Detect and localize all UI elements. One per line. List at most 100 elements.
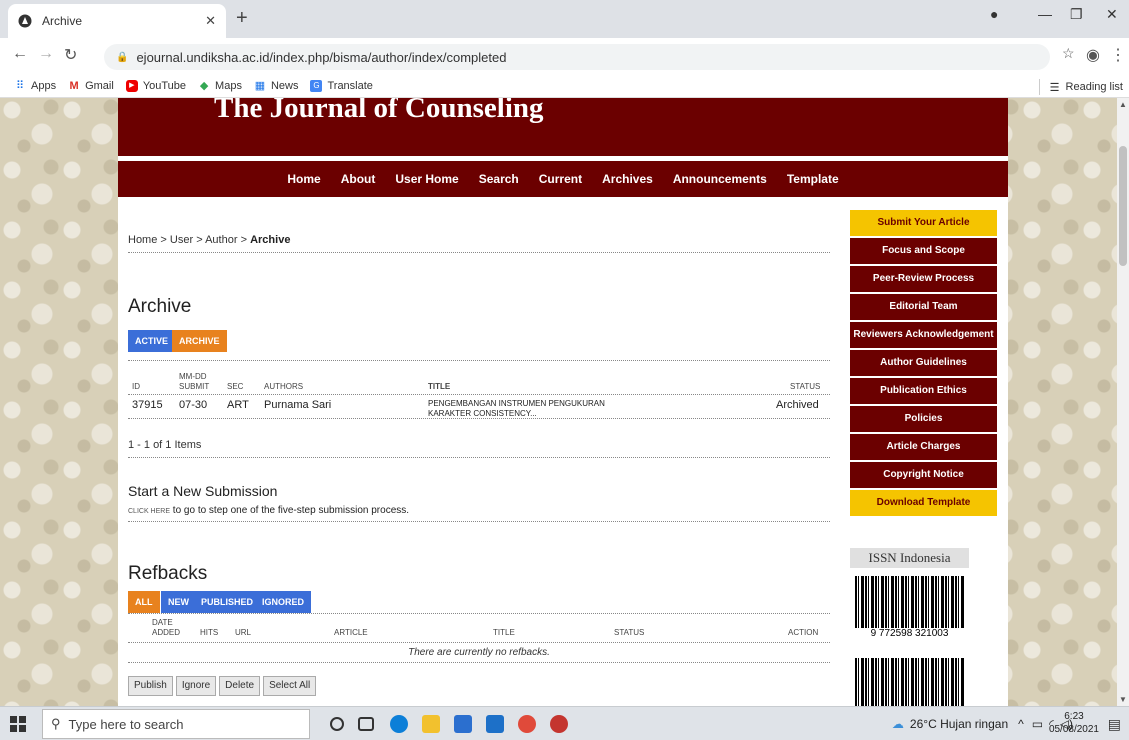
tab-title: Archive (42, 14, 83, 28)
cortana-icon[interactable] (330, 717, 344, 731)
col-url: URL (235, 628, 252, 637)
nav-template[interactable]: Template (787, 172, 839, 186)
task-view-icon[interactable] (358, 717, 374, 731)
barcode-bars (855, 576, 965, 628)
chrome-profile-icon[interactable] (550, 715, 568, 733)
sidebar-item-copyright[interactable]: Copyright Notice (850, 462, 997, 488)
windows-start-icon[interactable] (10, 716, 26, 732)
col-refback-title: TITLE (493, 628, 515, 637)
row-title-link[interactable]: PENGEMBANGAN INSTRUMEN PENGUKURAN KARAKT… (428, 399, 648, 419)
sidebar-item-download-template[interactable]: Download Template (850, 490, 997, 516)
sidebar-item-policies[interactable]: Policies (850, 406, 997, 432)
col-date-added: DATE ADDED (152, 618, 181, 637)
bookmark-star-icon[interactable]: ☆ (1062, 45, 1075, 62)
nav-home[interactable]: Home (287, 172, 320, 186)
maximize-button[interactable]: ❐ (1070, 6, 1083, 23)
vertical-scrollbar[interactable]: ▲ ▼ (1117, 98, 1129, 706)
select-all-button[interactable]: Select All (263, 676, 317, 696)
nav-current[interactable]: Current (539, 172, 582, 186)
chrome-icon[interactable] (518, 715, 536, 733)
reload-icon[interactable]: ↻ (64, 45, 77, 65)
site-favicon-icon (18, 14, 32, 28)
ignore-button[interactable]: Ignore (175, 676, 217, 696)
nav-announcements[interactable]: Announcements (673, 172, 767, 186)
tab-active[interactable]: ACTIVE (128, 330, 176, 352)
profile-indicator-icon[interactable]: ● (990, 6, 998, 22)
bookmark-maps[interactable]: ◆ Maps (198, 80, 242, 92)
sidebar-item-author-guidelines[interactable]: Author Guidelines (850, 350, 997, 376)
weather-icon: ☁ (891, 717, 904, 731)
filter-ignored[interactable]: IGNORED (255, 591, 312, 613)
nav-user-home[interactable]: User Home (395, 172, 458, 186)
edge-icon[interactable] (390, 715, 408, 733)
filter-new[interactable]: NEW (161, 591, 196, 613)
scroll-down-icon[interactable]: ▼ (1119, 695, 1127, 704)
col-article: ARTICLE (334, 628, 368, 637)
breadcrumb-user[interactable]: User (170, 234, 193, 246)
divider (128, 662, 830, 663)
close-window-button[interactable]: ✕ (1106, 6, 1118, 23)
taskbar-search[interactable]: ⚲ Type here to search (42, 709, 310, 739)
issn-barcode-secondary (850, 658, 969, 706)
row-status: Archived (776, 399, 819, 411)
tab-archive[interactable]: ARCHIVE (172, 330, 227, 352)
col-authors: AUTHORS (264, 382, 304, 391)
new-submission-heading: Start a New Submission (128, 483, 278, 499)
scroll-up-icon[interactable]: ▲ (1119, 100, 1127, 109)
bookmark-apps[interactable]: ⠿ Apps (14, 80, 56, 92)
search-icon: ⚲ (51, 716, 61, 731)
bookmark-translate[interactable]: G Translate (310, 79, 373, 92)
close-tab-icon[interactable]: ✕ (205, 13, 216, 29)
bookmark-news[interactable]: ▦ News (254, 80, 299, 92)
tray-chevron-icon[interactable]: ^ (1018, 717, 1024, 731)
pagination-info: 1 - 1 of 1 Items (128, 439, 202, 451)
sidebar-item-focus-scope[interactable]: Focus and Scope (850, 238, 997, 264)
address-bar[interactable]: 🔒 ejournal.undiksha.ac.id/index.php/bism… (104, 44, 1050, 70)
journal-title: The Journal of Counseling (214, 98, 544, 124)
file-explorer-icon[interactable] (422, 715, 440, 733)
page-viewport: The Journal of Counseling Home About Use… (0, 98, 1117, 706)
nav-search[interactable]: Search (479, 172, 519, 186)
sidebar-item-reviewers[interactable]: Reviewers Acknowledgement (850, 322, 997, 348)
taskbar-clock[interactable]: 6:23 05/08/2021 (1049, 710, 1099, 736)
profile-avatar[interactable]: ◉ (1086, 45, 1100, 65)
maps-pin-icon: ◆ (199, 79, 209, 92)
minimize-button[interactable]: — (1038, 6, 1052, 22)
apps-grid-icon: ⠿ (15, 79, 25, 92)
bookmark-youtube[interactable]: ▶ YouTube (125, 79, 186, 92)
sidebar-item-article-charges[interactable]: Article Charges (850, 434, 997, 460)
back-arrow-icon[interactable]: ← (12, 45, 28, 63)
row-id: 37915 (132, 399, 163, 411)
delete-button[interactable]: Delete (219, 676, 261, 696)
breadcrumb-author[interactable]: Author (205, 234, 237, 246)
breadcrumb-home[interactable]: Home (128, 234, 157, 246)
click-here-link[interactable]: CLICK HERE (128, 508, 170, 515)
forward-arrow-icon[interactable]: → (38, 45, 54, 63)
bookmark-gmail[interactable]: M Gmail (68, 80, 113, 92)
url-text: ejournal.undiksha.ac.id/index.php/bisma/… (136, 49, 507, 65)
weather-text[interactable]: 26°C Hujan ringan (910, 717, 1008, 731)
tab-archive[interactable]: Archive ✕ (8, 4, 226, 38)
divider (128, 457, 830, 458)
mail-icon[interactable] (486, 715, 504, 733)
new-tab-button[interactable]: + (236, 8, 248, 28)
journal-header: The Journal of Counseling (118, 98, 1008, 156)
battery-icon[interactable]: ▭ (1032, 717, 1043, 731)
sidebar-item-submit-article[interactable]: Submit Your Article (850, 210, 997, 236)
main-nav: Home About User Home Search Current Arch… (118, 161, 1008, 197)
youtube-icon: ▶ (125, 79, 138, 92)
filter-published[interactable]: PUBLISHED (194, 591, 261, 613)
sidebar-item-editorial-team[interactable]: Editorial Team (850, 294, 997, 320)
sidebar-item-publication-ethics[interactable]: Publication Ethics (850, 378, 997, 404)
publish-button[interactable]: Publish (128, 676, 173, 696)
divider (128, 521, 830, 522)
filter-all[interactable]: ALL (128, 591, 160, 613)
store-icon[interactable] (454, 715, 472, 733)
sidebar-item-peer-review[interactable]: Peer-Review Process (850, 266, 997, 292)
reading-list-button[interactable]: ☰ Reading list (1038, 79, 1123, 95)
nav-archives[interactable]: Archives (602, 172, 653, 186)
notifications-icon[interactable]: ▤ (1108, 716, 1121, 733)
scrollbar-thumb[interactable] (1119, 146, 1127, 266)
menu-kebab-icon[interactable]: ⋮ (1110, 45, 1126, 65)
nav-about[interactable]: About (341, 172, 376, 186)
